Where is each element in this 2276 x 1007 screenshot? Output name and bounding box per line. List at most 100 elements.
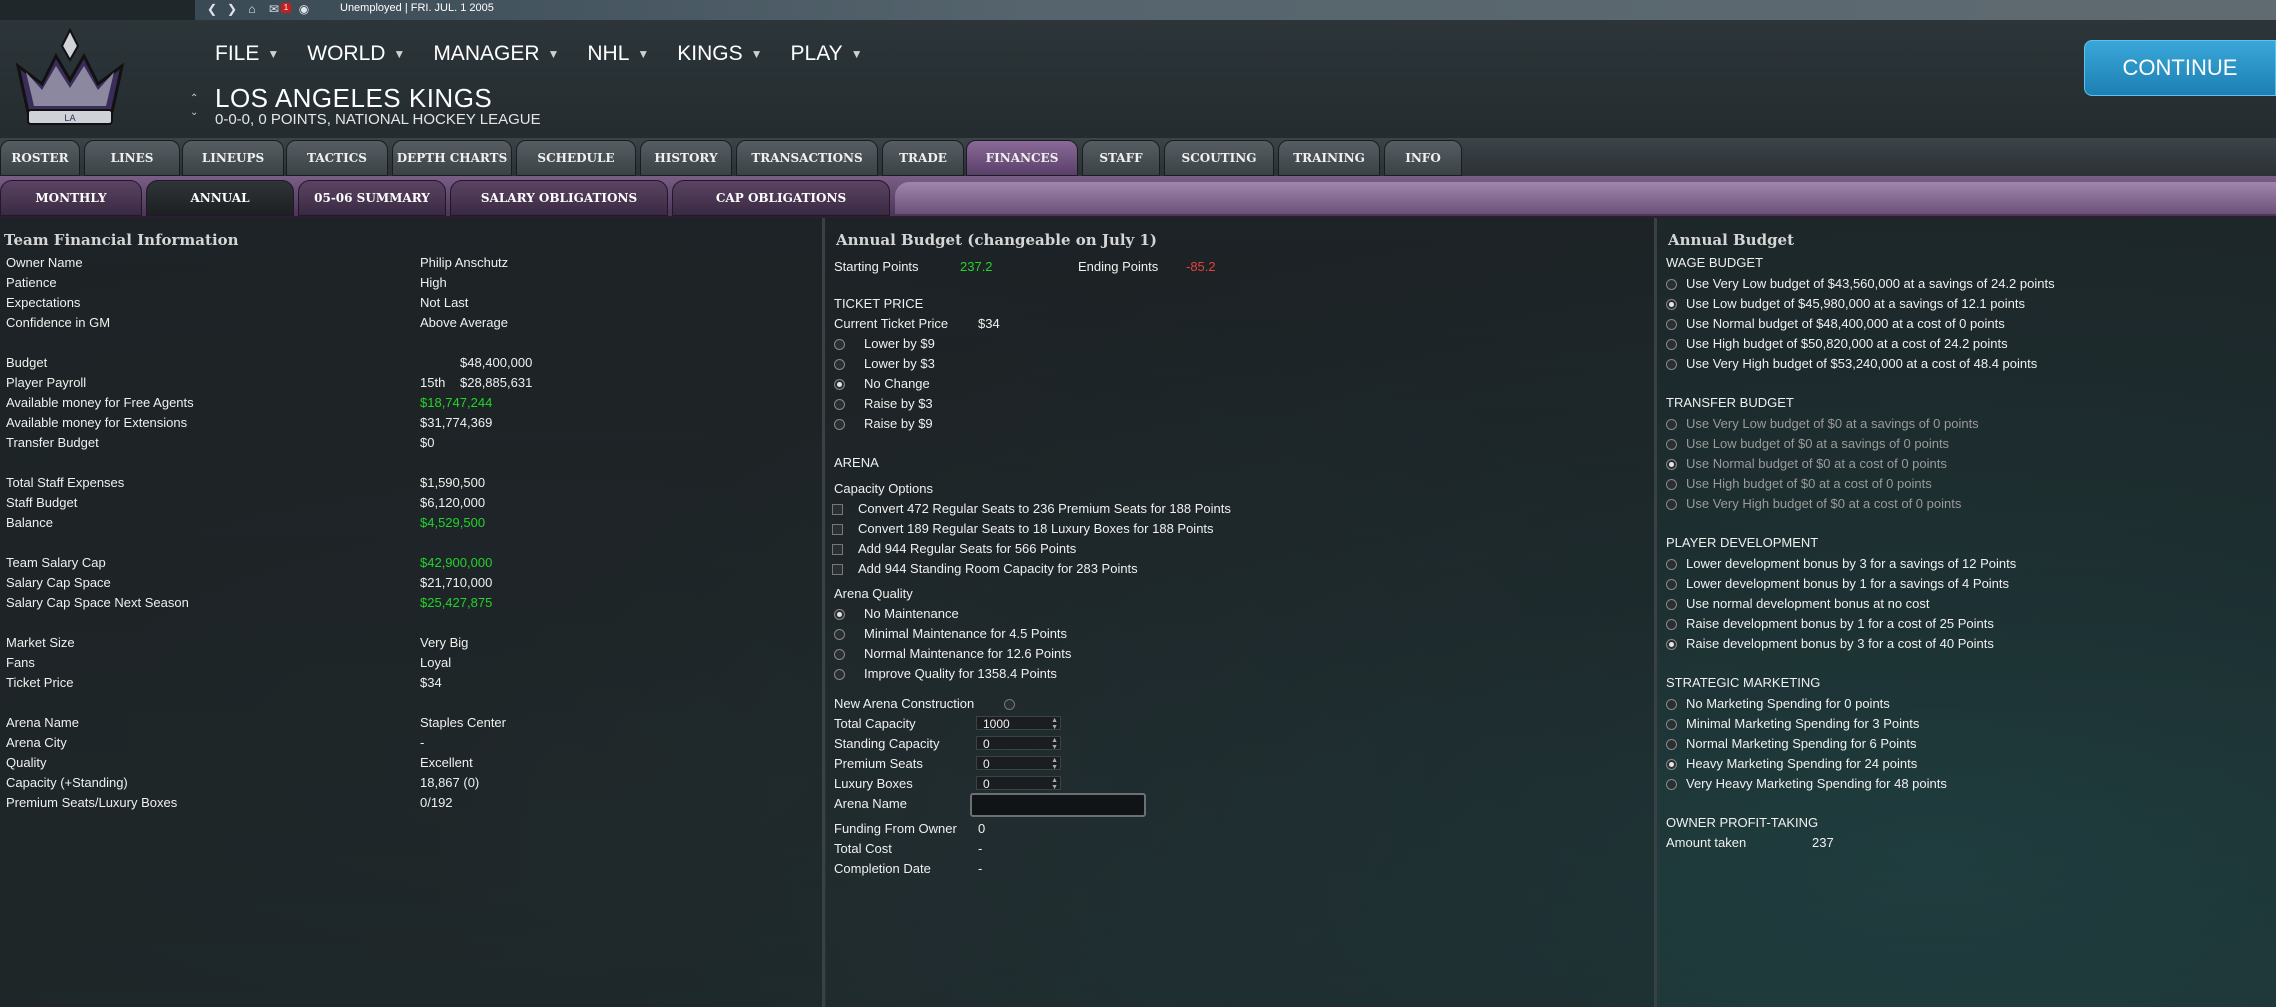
- chevron-down-icon: ▼: [850, 47, 863, 61]
- home-icon[interactable]: ⌂: [243, 1, 261, 17]
- subtab-monthly[interactable]: MONTHLY: [0, 180, 142, 216]
- luxury-boxes-input[interactable]: 0 ▲ ▼: [976, 776, 1061, 791]
- forward-icon[interactable]: ❯: [223, 1, 241, 17]
- back-icon[interactable]: ❮: [203, 1, 221, 17]
- standing-capacity-label: Standing Capacity: [834, 736, 940, 751]
- capacity-option-checkbox[interactable]: [832, 504, 843, 515]
- tab-scouting[interactable]: SCOUTING: [1164, 140, 1274, 176]
- menu-nhl[interactable]: NHL ▼: [587, 42, 649, 66]
- subtab-bar-fill: [895, 182, 2276, 214]
- tab-schedule[interactable]: SCHEDULE: [516, 140, 636, 176]
- ticket-option-label: Raise by $9: [864, 416, 933, 431]
- quality-radio-improve[interactable]: [834, 669, 845, 680]
- tab-finances[interactable]: FINANCES: [966, 140, 1078, 176]
- balance-label: Balance: [6, 515, 53, 530]
- player-development-heading: PLAYER DEVELOPMENT: [1666, 535, 1819, 550]
- transfer-radio-very-low: [1666, 419, 1677, 430]
- quality-radio-normal[interactable]: [834, 649, 845, 660]
- subtab-salary-obligations[interactable]: SALARY OBLIGATIONS: [450, 180, 668, 216]
- capacity-option-checkbox[interactable]: [832, 564, 843, 575]
- dev-radio-normal[interactable]: [1666, 599, 1677, 610]
- subtab-cap-obligations[interactable]: CAP OBLIGATIONS: [672, 180, 890, 216]
- continue-button[interactable]: CONTINUE: [2084, 40, 2276, 96]
- dev-radio-raise-1[interactable]: [1666, 619, 1677, 630]
- stepper-arrows-icon[interactable]: ▲ ▼: [1051, 777, 1058, 791]
- arena-name-input[interactable]: [970, 793, 1146, 817]
- wage-radio-normal[interactable]: [1666, 319, 1677, 330]
- mkt-radio-minimal[interactable]: [1666, 719, 1677, 730]
- quality-radio-minimal[interactable]: [834, 629, 845, 640]
- dev-option-label: Raise development bonus by 3 for a cost …: [1686, 636, 1994, 651]
- capacity-option-checkbox[interactable]: [832, 524, 843, 535]
- transfer-radio-high: [1666, 479, 1677, 490]
- fans-value: Loyal: [420, 655, 452, 670]
- ticket-radio-raise-9[interactable]: [834, 419, 845, 430]
- tab-trade[interactable]: TRADE: [882, 140, 964, 176]
- mkt-option-label: Very Heavy Marketing Spending for 48 poi…: [1686, 776, 1947, 791]
- new-arena-checkbox[interactable]: [1004, 699, 1015, 710]
- stepper-arrows-icon[interactable]: ▲ ▼: [1051, 757, 1058, 771]
- tab-roster[interactable]: ROSTER: [0, 140, 80, 176]
- standing-capacity-input[interactable]: 0 ▲ ▼: [976, 736, 1061, 751]
- capacity-option-label: Add 944 Regular Seats for 566 Points: [858, 541, 1077, 556]
- stepper-arrows-icon[interactable]: ▲ ▼: [1051, 717, 1058, 731]
- wage-radio-very-high[interactable]: [1666, 359, 1677, 370]
- subtab-annual[interactable]: ANNUAL: [146, 180, 294, 216]
- mkt-option-label: Minimal Marketing Spending for 3 Points: [1686, 716, 1920, 731]
- owner-name-value: Philip Anschutz: [420, 255, 509, 270]
- ticket-price-heading: TICKET PRICE: [834, 296, 924, 311]
- transfer-option-label: Use Very High budget of $0 at a cost of …: [1686, 496, 1962, 511]
- dev-option-label: Raise development bonus by 1 for a cost …: [1686, 616, 1994, 631]
- mkt-radio-normal[interactable]: [1666, 739, 1677, 750]
- capacity-option-checkbox[interactable]: [832, 544, 843, 555]
- tab-training[interactable]: TRAINING: [1278, 140, 1380, 176]
- arena-quality-label: Arena Quality: [834, 586, 913, 601]
- cap-space-value: $21,710,000: [420, 575, 493, 590]
- globe-icon[interactable]: ◉: [295, 1, 313, 17]
- panel-title: Team Financial Information: [4, 231, 239, 249]
- ticket-radio-raise-3[interactable]: [834, 399, 845, 410]
- dev-radio-raise-3[interactable]: [1666, 639, 1677, 650]
- balance-value: $4,529,500: [420, 515, 486, 530]
- wage-radio-very-low[interactable]: [1666, 279, 1677, 290]
- dev-radio-lower-3[interactable]: [1666, 559, 1677, 570]
- arena-city-label: Arena City: [6, 735, 67, 750]
- ticket-radio-no-change[interactable]: [834, 379, 845, 390]
- menu-kings[interactable]: KINGS ▼: [677, 42, 762, 66]
- subtab-05-06-summary[interactable]: 05-06 SUMMARY: [298, 180, 446, 216]
- tab-info[interactable]: INFO: [1384, 140, 1462, 176]
- stepper-arrows-icon[interactable]: ▲ ▼: [1051, 737, 1058, 751]
- ticket-radio-lower-3[interactable]: [834, 359, 845, 370]
- menu-file[interactable]: FILE ▼: [215, 42, 279, 66]
- free-agents-money-value: $18,747,244: [420, 395, 493, 410]
- total-capacity-input[interactable]: 1000 ▲ ▼: [976, 716, 1061, 731]
- tab-lineups[interactable]: LINEUPS: [182, 140, 284, 176]
- ticket-radio-lower-9[interactable]: [834, 339, 845, 350]
- tab-depth-charts[interactable]: DEPTH CHARTS: [392, 140, 512, 176]
- mkt-radio-very-heavy[interactable]: [1666, 779, 1677, 790]
- player-payroll-value: $28,885,631: [460, 375, 533, 390]
- funding-value: 0: [978, 821, 986, 836]
- salary-cap-value: $42,900,000: [420, 555, 493, 570]
- dev-radio-lower-1[interactable]: [1666, 579, 1677, 590]
- menu-manager[interactable]: MANAGER ▼: [433, 42, 559, 66]
- main-tabs: ROSTER LINES LINEUPS TACTICS DEPTH CHART…: [0, 138, 2276, 176]
- panel-title: Annual Budget (changeable on July 1): [836, 231, 1158, 249]
- divider: [1654, 218, 1657, 1007]
- team-switch-arrows[interactable]: ⌃ ⌄: [190, 92, 198, 120]
- tab-staff[interactable]: STAFF: [1082, 140, 1160, 176]
- wage-radio-high[interactable]: [1666, 339, 1677, 350]
- menu-play[interactable]: PLAY ▼: [791, 42, 863, 66]
- wage-radio-low[interactable]: [1666, 299, 1677, 310]
- tab-lines[interactable]: LINES: [84, 140, 180, 176]
- menu-world[interactable]: WORLD ▼: [307, 42, 405, 66]
- tab-history[interactable]: HISTORY: [640, 140, 732, 176]
- quality-radio-no-maintenance[interactable]: [834, 609, 845, 620]
- mkt-radio-heavy[interactable]: [1666, 759, 1677, 770]
- premium-seats-input[interactable]: 0 ▲ ▼: [976, 756, 1061, 771]
- amount-taken-value: 237: [1812, 835, 1834, 850]
- tab-tactics[interactable]: TACTICS: [286, 140, 388, 176]
- mail-count-badge: 1: [281, 3, 291, 13]
- mkt-radio-none[interactable]: [1666, 699, 1677, 710]
- tab-transactions[interactable]: TRANSACTIONS: [736, 140, 878, 176]
